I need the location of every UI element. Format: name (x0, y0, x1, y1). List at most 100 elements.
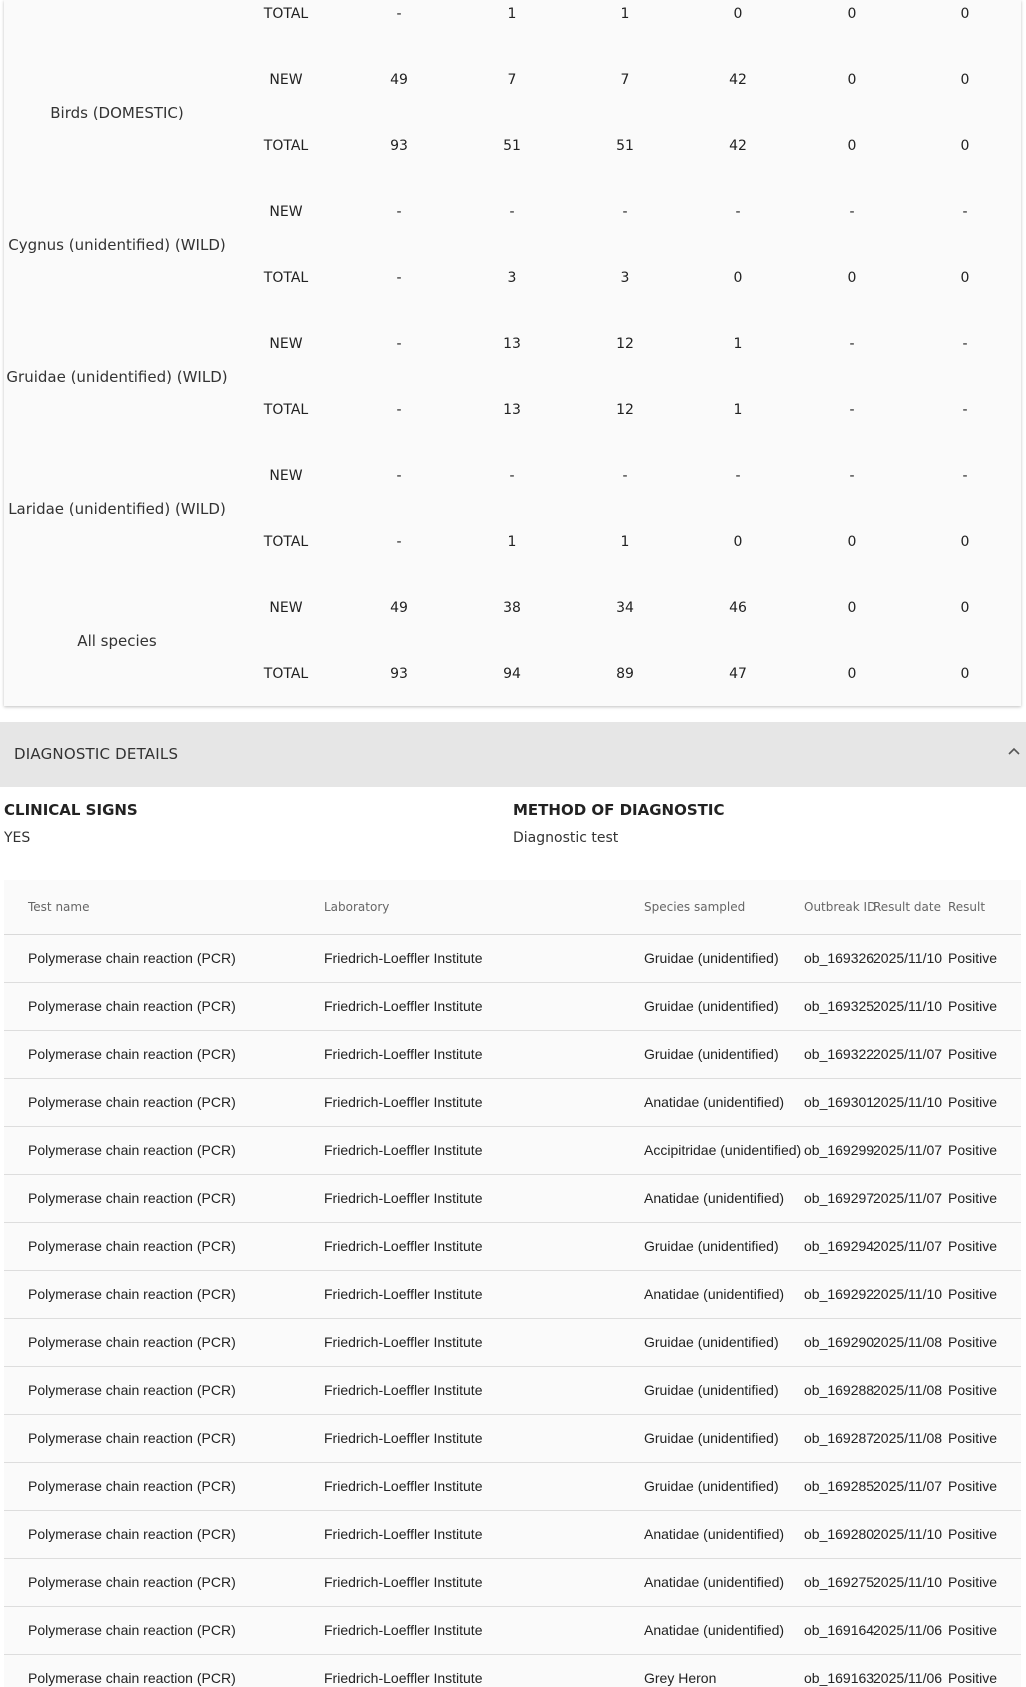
section-title: DIAGNOSTIC DETAILS (14, 745, 179, 763)
table-row[interactable]: Polymerase chain reaction (PCR) Friedrich… (4, 1606, 1021, 1655)
new-count-cell: 12 (616, 336, 634, 352)
outbreak-id-cell: ob_169275 (804, 1574, 875, 1590)
outbreak-id-cell: ob_169292 (804, 1286, 875, 1302)
result-date-cell: 2025/11/10 (873, 1094, 943, 1110)
table-row[interactable]: Polymerase chain reaction (PCR) Friedrich… (4, 1462, 1021, 1511)
clinical-signs-label: CLINICAL SIGNS (4, 801, 138, 819)
total-count-cell: 13 (503, 402, 521, 418)
result-cell: Positive (948, 1190, 998, 1206)
table-row[interactable]: Polymerase chain reaction (PCR) Friedrich… (4, 1126, 1021, 1175)
new-count-cell: - (509, 204, 515, 220)
table-row[interactable]: Polymerase chain reaction (PCR) Friedrich… (4, 1078, 1021, 1127)
method-of-diagnostic-label: METHOD OF DIAGNOSTIC (513, 801, 725, 819)
column-header-test-name[interactable]: Test name (28, 900, 89, 914)
count-cell: 0 (960, 6, 970, 22)
total-count-cell: 12 (616, 402, 634, 418)
table-row[interactable]: Polymerase chain reaction (PCR) Friedrich… (4, 1030, 1021, 1079)
test-name-cell: Polymerase chain reaction (PCR) (28, 1334, 236, 1350)
laboratory-cell: Friedrich-Loeffler Institute (324, 1382, 483, 1398)
new-count-cell: 1 (733, 336, 743, 352)
column-header-outbreak-id[interactable]: Outbreak ID (804, 900, 876, 914)
total-count-cell: 0 (847, 138, 857, 154)
total-count-cell: - (396, 402, 402, 418)
count-cell: - (396, 6, 402, 22)
new-count-cell: 0 (960, 72, 970, 88)
table-row[interactable]: Polymerase chain reaction (PCR) Friedrich… (4, 1222, 1021, 1271)
species-name: Gruidae (unidentified) (WILD) (6, 368, 228, 386)
method-of-diagnostic-value: Diagnostic test (513, 830, 619, 846)
table-row[interactable]: Polymerase chain reaction (PCR) Friedrich… (4, 1414, 1021, 1463)
total-count-cell: 42 (729, 138, 747, 154)
outbreak-id-cell: ob_169287 (804, 1430, 875, 1446)
new-count-cell: 46 (729, 600, 747, 616)
laboratory-cell: Friedrich-Loeffler Institute (324, 1334, 483, 1350)
table-row[interactable]: Polymerase chain reaction (PCR) Friedrich… (4, 934, 1021, 983)
total-count-cell: 1 (733, 402, 743, 418)
row-type-new: NEW (269, 204, 303, 220)
test-name-cell: Polymerase chain reaction (PCR) (28, 1238, 236, 1254)
species-sampled-cell: Anatidae (unidentified) (644, 1189, 785, 1206)
table-row[interactable]: Polymerase chain reaction (PCR) Friedrich… (4, 1510, 1021, 1559)
table-row[interactable]: Polymerase chain reaction (PCR) Friedrich… (4, 1558, 1021, 1607)
total-count-cell: 0 (847, 270, 857, 286)
result-date-cell: 2025/11/08 (873, 1334, 943, 1350)
new-count-cell: 7 (507, 72, 517, 88)
laboratory-cell: Friedrich-Loeffler Institute (324, 1094, 483, 1110)
result-cell: Positive (948, 950, 998, 966)
result-date-cell: 2025/11/06 (873, 1670, 943, 1686)
total-count-cell: 0 (960, 270, 970, 286)
new-count-cell: - (622, 468, 628, 484)
row-type-total: TOTAL (263, 534, 309, 550)
new-count-cell: 49 (390, 72, 408, 88)
table-row[interactable]: Polymerase chain reaction (PCR) Friedrich… (4, 1174, 1021, 1223)
species-sampled-cell: Anatidae (unidentified) (644, 1621, 785, 1638)
diagnostic-details-header[interactable]: DIAGNOSTIC DETAILS (0, 722, 1026, 787)
result-cell: Positive (948, 1142, 998, 1158)
column-header-result[interactable]: Result (948, 900, 985, 914)
result-cell: Positive (948, 1238, 998, 1254)
species-sampled-cell: Gruidae (unidentified) (644, 1429, 779, 1446)
count-cell: 0 (847, 6, 857, 22)
test-name-cell: Polymerase chain reaction (PCR) (28, 1478, 236, 1494)
test-name-cell: Polymerase chain reaction (PCR) (28, 1430, 236, 1446)
species-name: Cygnus (unidentified) (WILD) (8, 236, 226, 254)
result-date-cell: 2025/11/08 (873, 1430, 943, 1446)
outbreak-id-cell: ob_169294 (804, 1238, 875, 1254)
result-date-cell: 2025/11/10 (873, 998, 943, 1014)
laboratory-cell: Friedrich-Loeffler Institute (324, 1670, 483, 1686)
result-date-cell: 2025/11/07 (873, 1190, 943, 1206)
result-cell: Positive (948, 1622, 998, 1638)
laboratory-cell: Friedrich-Loeffler Institute (324, 1046, 483, 1062)
total-count-cell: 0 (960, 138, 970, 154)
total-count-cell: 93 (390, 138, 408, 154)
chevron-up-icon[interactable] (1004, 741, 1024, 761)
table-row[interactable]: Polymerase chain reaction (PCR) Friedrich… (4, 1654, 1021, 1687)
row-type-new: NEW (269, 600, 303, 616)
test-name-cell: Polymerase chain reaction (PCR) (28, 1094, 236, 1110)
table-row[interactable]: Polymerase chain reaction (PCR) Friedrich… (4, 1270, 1021, 1319)
total-count-cell: 0 (733, 270, 743, 286)
new-count-cell: 0 (847, 600, 857, 616)
row-type-total: TOTAL (263, 402, 309, 418)
new-count-cell: - (849, 468, 855, 484)
new-count-cell: - (396, 204, 402, 220)
laboratory-cell: Friedrich-Loeffler Institute (324, 998, 483, 1014)
new-count-cell: - (849, 336, 855, 352)
test-name-cell: Polymerase chain reaction (PCR) (28, 1046, 236, 1062)
table-row[interactable]: Polymerase chain reaction (PCR) Friedrich… (4, 982, 1021, 1031)
outbreak-id-cell: ob_169164 (804, 1622, 875, 1638)
species-sampled-cell: Anatidae (unidentified) (644, 1093, 785, 1110)
total-count-cell: 94 (503, 666, 521, 682)
test-name-cell: Polymerase chain reaction (PCR) (28, 1190, 236, 1206)
column-header-species-sampled[interactable]: Species sampled (644, 900, 745, 914)
column-header-result-date[interactable]: Result date (873, 900, 941, 914)
outbreak-id-cell: ob_169163 (804, 1670, 875, 1686)
test-name-cell: Polymerase chain reaction (PCR) (28, 1142, 236, 1158)
table-row[interactable]: Polymerase chain reaction (PCR) Friedrich… (4, 1366, 1021, 1415)
result-date-cell: 2025/11/07 (873, 1478, 943, 1494)
column-header-laboratory[interactable]: Laboratory (324, 900, 389, 914)
new-count-cell: 34 (616, 600, 634, 616)
table-row[interactable]: Polymerase chain reaction (PCR) Friedrich… (4, 1318, 1021, 1367)
outbreak-id-cell: ob_169299 (804, 1142, 875, 1158)
new-count-cell: - (962, 468, 968, 484)
